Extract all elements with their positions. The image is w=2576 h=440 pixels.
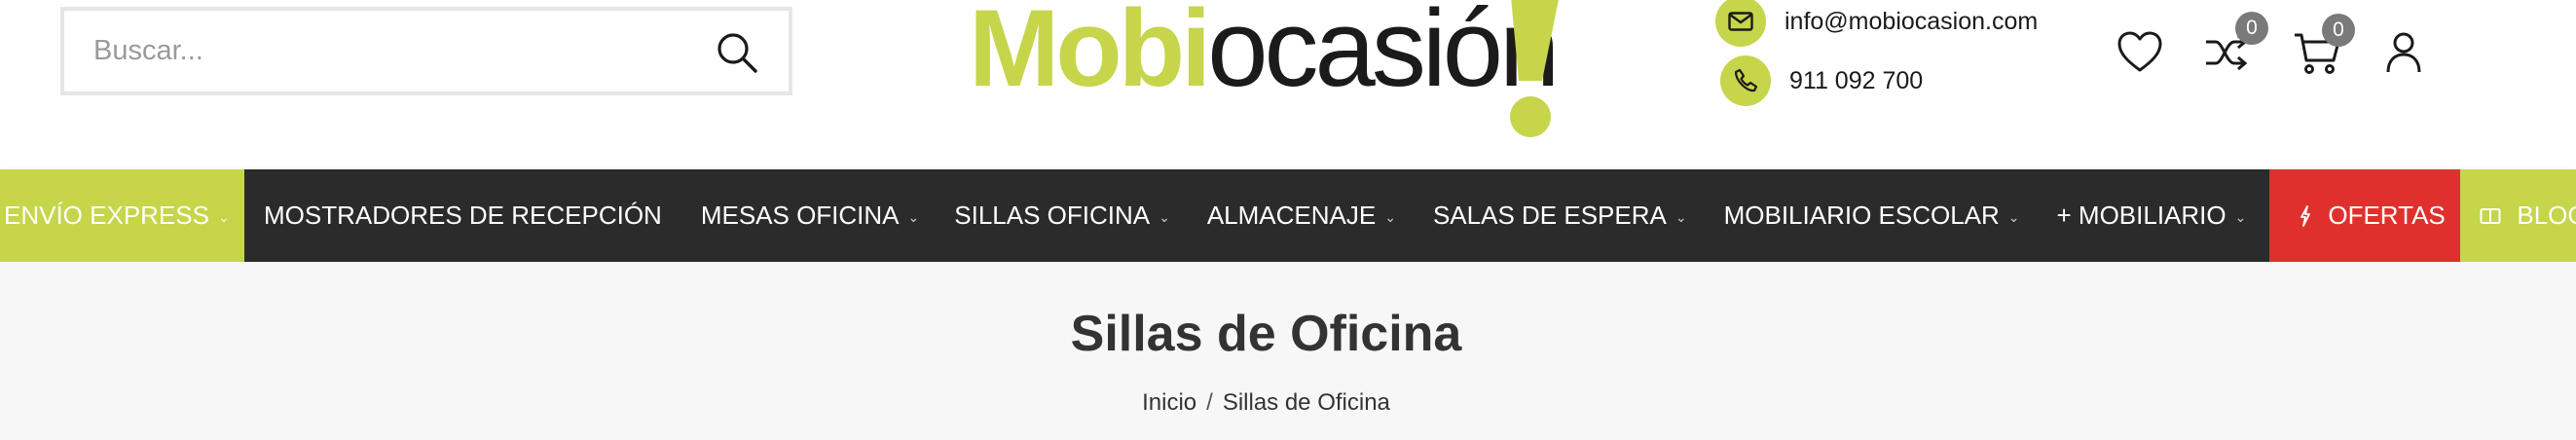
chevron-down-icon: ⌄ [1384, 209, 1396, 225]
nav-item-label: ALMACENAJE [1206, 201, 1377, 230]
chevron-down-icon: ⌄ [1674, 209, 1687, 225]
nav-item-mesas-oficina[interactable]: MESAS OFICINA ⌄ [701, 169, 919, 262]
nav-item-label: MOBILIARIO ESCOLAR [1723, 201, 2000, 230]
nav-item-label: OFERTAS [2328, 201, 2446, 230]
breadcrumb-separator: / [1206, 389, 1213, 416]
nav-item-almacenaje[interactable]: ALMACENAJE ⌄ [1207, 169, 1396, 262]
nav-item-mas-mobiliario[interactable]: + MOBILIARIO ⌄ [2057, 169, 2247, 262]
search-input[interactable] [93, 11, 697, 92]
nav-item-label: BLOG [2517, 201, 2576, 230]
page-title: Sillas de Oficina [1070, 306, 1462, 362]
nav-item-salas-espera[interactable]: SALAS DE ESPERA ⌄ [1433, 169, 1687, 262]
envelope-icon [1715, 0, 1766, 47]
contact-email-text: info@mobiocasion.com [1785, 7, 2039, 35]
nav-item-sillas-oficina[interactable]: SILLAS OFICINA ⌄ [954, 169, 1170, 262]
book-icon [2480, 207, 2501, 225]
cart-count-badge: 0 [2322, 14, 2355, 47]
contact-phone-text: 911 092 700 [1789, 66, 1924, 94]
heart-icon[interactable] [2116, 29, 2163, 76]
chevron-down-icon: ⌄ [217, 209, 230, 225]
flash-icon [2299, 204, 2312, 227]
breadcrumb: Inicio / Sillas de Oficina [0, 389, 2532, 417]
nav-item-envio-express[interactable]: ENVÍO EXPRESS ⌄ [0, 169, 244, 262]
nav-item-label: ENVÍO EXPRESS [4, 201, 209, 230]
site-header: Mobiocasión info@mobiocasion.com 911 092… [0, 0, 2576, 169]
phone-icon [1720, 55, 1771, 106]
search-box [60, 7, 792, 95]
nav-item-ofertas[interactable]: OFERTAS [2269, 169, 2461, 262]
chevron-down-icon: ⌄ [1159, 209, 1170, 225]
nav-item-label: MOSTRADORES DE RECEPCIÓN [264, 201, 662, 230]
site-logo[interactable]: Mobiocasión [969, 0, 1560, 151]
nav-item-mobiliario-escolar[interactable]: MOBILIARIO ESCOLAR ⌄ [1724, 169, 2020, 262]
chevron-down-icon: ⌄ [907, 209, 920, 225]
nav-item-blog[interactable]: BLOG [2460, 169, 2576, 262]
page-title-band: Sillas de Oficina Inicio / Sillas de Ofici… [0, 262, 2576, 440]
main-navigation: ENVÍO EXPRESS ⌄ MOSTRADORES DE RECEPCIÓN… [0, 169, 2576, 262]
breadcrumb-current: Sillas de Oficina [1222, 389, 1390, 416]
chevron-down-icon: ⌄ [2007, 209, 2020, 225]
contact-phone[interactable]: 911 092 700 [1720, 55, 1923, 106]
logo-exclamation-icon [1510, 0, 1559, 137]
chevron-down-icon: ⌄ [2234, 209, 2247, 225]
nav-item-label: SILLAS OFICINA [954, 201, 1151, 230]
user-icon[interactable] [2380, 29, 2427, 76]
nav-item-label: MESAS OFICINA [700, 201, 900, 230]
logo-text-mobi: Mobi [969, 0, 1211, 109]
breadcrumb-home-link[interactable]: Inicio [1142, 389, 1196, 416]
compare-count-badge: 0 [2235, 12, 2268, 45]
search-icon[interactable] [715, 30, 759, 75]
nav-item-label: + MOBILIARIO [2056, 201, 2226, 230]
contact-email[interactable]: info@mobiocasion.com [1715, 0, 2038, 47]
nav-item-label: SALAS DE ESPERA [1432, 201, 1667, 230]
nav-item-mostradores[interactable]: MOSTRADORES DE RECEPCIÓN [264, 169, 662, 262]
